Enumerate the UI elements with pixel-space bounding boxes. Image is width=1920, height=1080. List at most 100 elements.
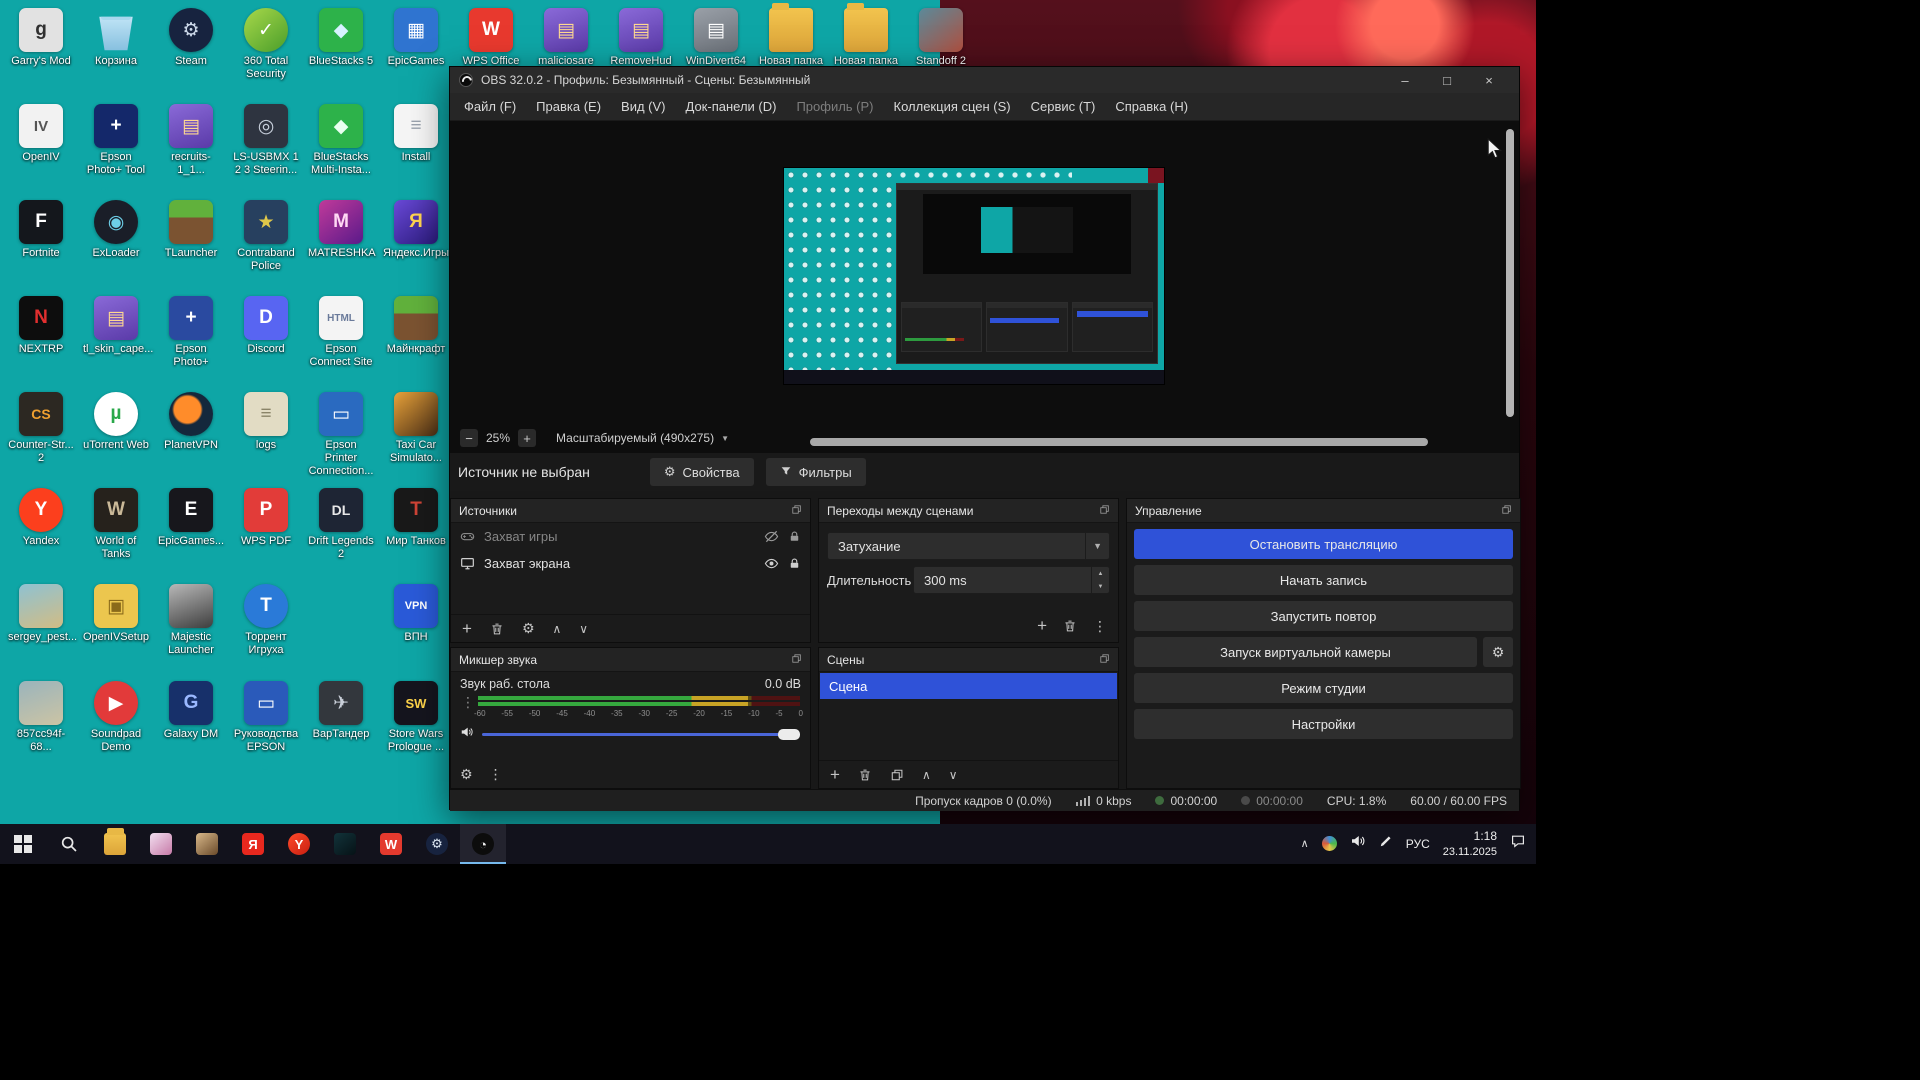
desktop-icon[interactable]: gGarry's Mod xyxy=(8,8,74,68)
desktop-icon[interactable]: Корзина xyxy=(83,8,149,68)
zoom-in-button[interactable]: + xyxy=(518,429,536,447)
horizontal-scrollbar[interactable] xyxy=(810,438,1428,446)
desktop-icon[interactable]: ▤tl_skin_cape... xyxy=(83,296,149,356)
desktop-icon[interactable]: CSCounter-Str... 2 xyxy=(8,392,74,465)
start-recording-button[interactable]: Начать запись xyxy=(1134,565,1513,595)
search-button[interactable] xyxy=(46,824,92,864)
popout-icon[interactable] xyxy=(791,653,802,667)
desktop-icon[interactable]: GGalaxy DM xyxy=(158,681,224,741)
menu-tools[interactable]: Сервис (T) xyxy=(1021,93,1106,120)
desktop-icon[interactable]: YYandex xyxy=(8,488,74,548)
start-replay-button[interactable]: Запустить повтор xyxy=(1134,601,1513,631)
source-item[interactable]: Захват игры xyxy=(451,523,810,550)
yandex-start[interactable]: Я xyxy=(230,824,276,864)
yandex-browser[interactable]: Y xyxy=(276,824,322,864)
desktop-icon[interactable]: SWStore Wars Prologue ... xyxy=(383,681,449,754)
wps-office[interactable]: W xyxy=(368,824,414,864)
desktop-icon[interactable]: 857cc94f-68... xyxy=(8,681,74,754)
menu-file[interactable]: Файл (F) xyxy=(454,93,526,120)
desktop-icon[interactable]: ◆BlueStacks 5 xyxy=(308,8,374,68)
mixer-menu-icon[interactable]: ⋮ xyxy=(489,766,503,783)
desktop-icon[interactable]: IVOpenIV xyxy=(8,104,74,164)
add-transition-icon[interactable]: + xyxy=(1037,616,1047,636)
desktop-icon[interactable]: EEpicGames... xyxy=(158,488,224,548)
add-scene-icon[interactable]: + xyxy=(830,765,840,785)
close-button[interactable]: × xyxy=(1468,67,1510,93)
studio-mode-button[interactable]: Режим студии xyxy=(1134,673,1513,703)
desktop-icon[interactable]: ТМир Танков xyxy=(383,488,449,548)
app-game[interactable] xyxy=(184,824,230,864)
desktop-icon[interactable]: NNEXTRP xyxy=(8,296,74,356)
desktop-icon[interactable]: µuTorrent Web xyxy=(83,392,149,452)
source-properties-icon[interactable]: ⚙ xyxy=(522,620,535,637)
menu-help[interactable]: Справка (H) xyxy=(1105,93,1198,120)
desktop-icon[interactable]: WWPS Office xyxy=(458,8,524,68)
preview-scale-dropdown[interactable]: Масштабируемый (490x275) ▼ xyxy=(556,431,729,445)
start-button[interactable] xyxy=(0,824,46,864)
desktop-icon[interactable]: ✓360 Total Security xyxy=(233,8,299,81)
desktop-icon[interactable]: ✈ВарТандер xyxy=(308,681,374,741)
remove-scene-icon[interactable] xyxy=(858,768,872,782)
vertical-scrollbar[interactable] xyxy=(1506,129,1514,417)
move-up-icon[interactable]: ∧ xyxy=(553,622,562,636)
popout-icon[interactable] xyxy=(1099,504,1110,518)
volume-icon[interactable] xyxy=(1350,833,1366,854)
desktop-icon[interactable]: DLDrift Legends 2 xyxy=(308,488,374,561)
volume-slider[interactable] xyxy=(482,733,800,736)
menu-edit[interactable]: Правка (E) xyxy=(526,93,611,120)
menu-profile[interactable]: Профиль (P) xyxy=(786,93,883,120)
virtual-camera-button[interactable]: Запуск виртуальной камеры xyxy=(1134,637,1477,667)
source-item[interactable]: Захват экрана xyxy=(451,550,810,577)
properties-button[interactable]: ⚙ Свойства xyxy=(650,458,754,486)
desktop-icon[interactable]: ◆BlueStacks Multi-Insta... xyxy=(308,104,374,177)
desktop-icon[interactable]: DDiscord xyxy=(233,296,299,356)
duplicate-scene-icon[interactable] xyxy=(890,768,904,782)
steam[interactable]: ⚙ xyxy=(414,824,460,864)
popout-icon[interactable] xyxy=(1099,653,1110,667)
desktop-icon[interactable]: Standoff 2 xyxy=(908,8,974,68)
desktop-icon[interactable]: PWPS PDF xyxy=(233,488,299,548)
stop-streaming-button[interactable]: Остановить трансляцию xyxy=(1134,529,1513,559)
desktop-icon[interactable]: +Epson Photo+ Tool xyxy=(83,104,149,177)
desktop-icon[interactable]: Майнкрафт xyxy=(383,296,449,356)
notifications-icon[interactable] xyxy=(1510,833,1526,854)
popout-icon[interactable] xyxy=(791,504,802,518)
filters-button[interactable]: Фильтры xyxy=(766,458,866,486)
virtual-camera-settings-button[interactable]: ⚙ xyxy=(1483,637,1513,667)
move-up-icon[interactable]: ∧ xyxy=(922,768,931,782)
desktop-icon[interactable]: TТоррент Игруха xyxy=(233,584,299,657)
desktop-icon[interactable]: ▤WinDivert64 xyxy=(683,8,749,68)
volume-slider-handle[interactable] xyxy=(778,729,800,740)
desktop-icon[interactable]: ◎LS-USBMX 1 2 3 Steerin... xyxy=(233,104,299,177)
desktop-icon[interactable]: VPNВПН xyxy=(383,584,449,644)
desktop-icon[interactable]: ▣OpenIVSetup xyxy=(83,584,149,644)
popout-icon[interactable] xyxy=(1501,504,1512,518)
scene-item[interactable]: Сцена xyxy=(820,673,1117,699)
app-photos[interactable] xyxy=(138,824,184,864)
desktop-icon[interactable]: ЯЯндекс.Игры xyxy=(383,200,449,260)
desktop-icon[interactable]: ▭Epson Printer Connection... xyxy=(308,392,374,478)
desktop-icon[interactable]: ★Contraband Police xyxy=(233,200,299,273)
zoom-out-button[interactable]: − xyxy=(460,429,478,447)
desktop-icon[interactable]: +Epson Photo+ xyxy=(158,296,224,369)
desktop-icon[interactable]: sergey_pest... xyxy=(8,584,74,644)
menu-docks[interactable]: Док-панели (D) xyxy=(676,93,787,120)
transition-menu-icon[interactable]: ⋮ xyxy=(1093,618,1107,635)
menu-scene-collection[interactable]: Коллекция сцен (S) xyxy=(884,93,1021,120)
advanced-audio-icon[interactable]: ⚙ xyxy=(460,766,473,783)
desktop-icon[interactable]: Новая папка xyxy=(833,8,899,68)
pen-icon[interactable] xyxy=(1379,834,1393,853)
tray-app-icon[interactable] xyxy=(1322,836,1337,851)
desktop-icon[interactable]: WWorld of Tanks xyxy=(83,488,149,561)
app-dark[interactable] xyxy=(322,824,368,864)
desktop-icon[interactable]: MMATRESHKA xyxy=(308,200,374,260)
spin-arrows[interactable]: ▲▼ xyxy=(1091,567,1109,593)
desktop-icon[interactable]: PlanetVPN xyxy=(158,392,224,452)
desktop-icon[interactable]: ≡Install xyxy=(383,104,449,164)
speaker-icon[interactable] xyxy=(460,725,474,744)
remove-source-icon[interactable] xyxy=(490,622,504,636)
desktop-icon[interactable]: Taxi Car Simulato... xyxy=(383,392,449,465)
add-source-icon[interactable]: + xyxy=(462,619,472,639)
settings-button[interactable]: Настройки xyxy=(1134,709,1513,739)
desktop-icon[interactable]: ◉ExLoader xyxy=(83,200,149,260)
